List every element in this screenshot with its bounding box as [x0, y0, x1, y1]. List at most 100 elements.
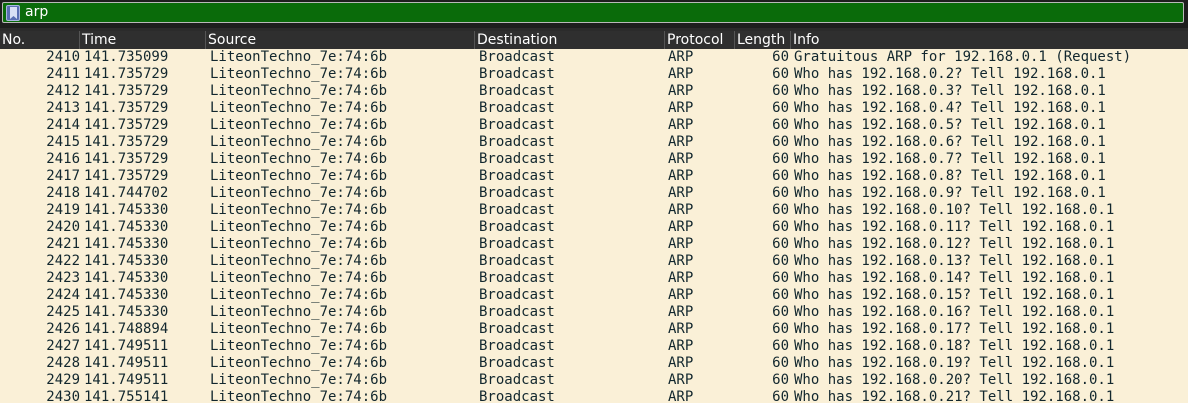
column-header-time[interactable]: Time [80, 31, 206, 49]
column-header-info[interactable]: Info [791, 31, 1188, 49]
table-row[interactable]: 2425 141.745330 LiteonTechno_7e:74:6b Broad… [0, 304, 1188, 321]
packet-number: 2417 [46, 168, 80, 184]
bookmark-icon[interactable] [6, 5, 20, 21]
packet-info: Who has 192.168.0.19? Tell 192.168.0.1 [794, 355, 1115, 371]
packet-source: LiteonTechno_7e:74:6b [210, 100, 388, 116]
table-row[interactable]: 2426 141.748894 LiteonTechno_7e:74:6b Broad… [0, 321, 1188, 338]
table-row[interactable]: 2415 141.735729 LiteonTechno_7e:74:6b Broad… [0, 134, 1188, 151]
packet-info: Who has 192.168.0.12? Tell 192.168.0.1 [794, 236, 1115, 252]
packet-protocol: ARP [668, 168, 694, 184]
packet-time: 141.745330 [84, 270, 169, 286]
packet-info: Who has 192.168.0.21? Tell 192.168.0.1 [794, 389, 1115, 403]
packet-source: LiteonTechno_7e:74:6b [210, 185, 388, 201]
packet-protocol: ARP [668, 66, 694, 82]
table-row[interactable]: 2418 141.744702 LiteonTechno_7e:74:6b Broad… [0, 185, 1188, 202]
table-row[interactable]: 2411 141.735729 LiteonTechno_7e:74:6b Broad… [0, 66, 1188, 83]
packet-destination: Broadcast [479, 372, 555, 388]
packet-protocol: ARP [668, 321, 694, 337]
packet-number: 2430 [46, 389, 80, 403]
packet-number: 2415 [46, 134, 80, 150]
table-row[interactable]: 2420 141.745330 LiteonTechno_7e:74:6b Broad… [0, 219, 1188, 236]
table-row[interactable]: 2429 141.749511 LiteonTechno_7e:74:6b Broad… [0, 372, 1188, 389]
table-row[interactable]: 2422 141.745330 LiteonTechno_7e:74:6b Broad… [0, 253, 1188, 270]
packet-length: 60 [772, 389, 789, 403]
column-header-source[interactable]: Source [206, 31, 475, 49]
packet-time: 141.745330 [84, 253, 169, 269]
packet-source: LiteonTechno_7e:74:6b [210, 117, 388, 133]
packet-info: Who has 192.168.0.5? Tell 192.168.0.1 [794, 117, 1106, 133]
display-filter-input[interactable] [25, 3, 1175, 22]
packet-info: Who has 192.168.0.6? Tell 192.168.0.1 [794, 134, 1106, 150]
table-row[interactable]: 2414 141.735729 LiteonTechno_7e:74:6b Broad… [0, 117, 1188, 134]
packet-length: 60 [772, 83, 789, 99]
packet-time: 141.735099 [84, 49, 169, 65]
packet-time: 141.749511 [84, 338, 169, 354]
packet-protocol: ARP [668, 83, 694, 99]
packet-source: LiteonTechno_7e:74:6b [210, 355, 388, 371]
packet-source: LiteonTechno_7e:74:6b [210, 49, 388, 65]
packet-length: 60 [772, 117, 789, 133]
packet-length: 60 [772, 185, 789, 201]
packet-destination: Broadcast [479, 253, 555, 269]
packet-source: LiteonTechno_7e:74:6b [210, 372, 388, 388]
packet-destination: Broadcast [479, 185, 555, 201]
packet-info: Gratuitous ARP for 192.168.0.1 (Request) [794, 49, 1132, 65]
packet-source: LiteonTechno_7e:74:6b [210, 287, 388, 303]
column-header-no[interactable]: No. [0, 31, 80, 49]
packet-destination: Broadcast [479, 338, 555, 354]
packet-source: LiteonTechno_7e:74:6b [210, 134, 388, 150]
table-row[interactable]: 2410 141.735099 LiteonTechno_7e:74:6b Broad… [0, 49, 1188, 66]
packet-source: LiteonTechno_7e:74:6b [210, 338, 388, 354]
packet-protocol: ARP [668, 117, 694, 133]
packet-source: LiteonTechno_7e:74:6b [210, 270, 388, 286]
packet-number: 2425 [46, 304, 80, 320]
packet-protocol: ARP [668, 338, 694, 354]
table-row[interactable]: 2419 141.745330 LiteonTechno_7e:74:6b Broad… [0, 202, 1188, 219]
table-row[interactable]: 2423 141.745330 LiteonTechno_7e:74:6b Broad… [0, 270, 1188, 287]
packet-number: 2416 [46, 151, 80, 167]
packet-time: 141.748894 [84, 321, 169, 337]
packet-length: 60 [772, 134, 789, 150]
packet-length: 60 [772, 338, 789, 354]
packet-info: Who has 192.168.0.15? Tell 192.168.0.1 [794, 287, 1115, 303]
packet-number: 2418 [46, 185, 80, 201]
packet-length: 60 [772, 168, 789, 184]
table-row[interactable]: 2430 141.755141 LiteonTechno_7e:74:6b Broad… [0, 389, 1188, 403]
column-header-destination[interactable]: Destination [475, 31, 665, 49]
packet-destination: Broadcast [479, 202, 555, 218]
table-row[interactable]: 2421 141.745330 LiteonTechno_7e:74:6b Broad… [0, 236, 1188, 253]
packet-length: 60 [772, 304, 789, 320]
packet-destination: Broadcast [479, 117, 555, 133]
packet-number: 2426 [46, 321, 80, 337]
packet-number: 2419 [46, 202, 80, 218]
packet-length: 60 [772, 151, 789, 167]
packet-info: Who has 192.168.0.20? Tell 192.168.0.1 [794, 372, 1115, 388]
column-header-length[interactable]: Length [735, 31, 791, 49]
packet-source: LiteonTechno_7e:74:6b [210, 236, 388, 252]
packet-protocol: ARP [668, 100, 694, 116]
packet-info: Who has 192.168.0.4? Tell 192.168.0.1 [794, 100, 1106, 116]
column-header-protocol[interactable]: Protocol [665, 31, 735, 49]
table-row[interactable]: 2416 141.735729 LiteonTechno_7e:74:6b Broad… [0, 151, 1188, 168]
packet-number: 2413 [46, 100, 80, 116]
table-row[interactable]: 2417 141.735729 LiteonTechno_7e:74:6b Broad… [0, 168, 1188, 185]
table-row[interactable]: 2427 141.749511 LiteonTechno_7e:74:6b Broad… [0, 338, 1188, 355]
table-row[interactable]: 2412 141.735729 LiteonTechno_7e:74:6b Broad… [0, 83, 1188, 100]
packet-source: LiteonTechno_7e:74:6b [210, 253, 388, 269]
packet-number: 2410 [46, 49, 80, 65]
packet-length: 60 [772, 253, 789, 269]
packet-length: 60 [772, 49, 789, 65]
packet-protocol: ARP [668, 219, 694, 235]
packet-destination: Broadcast [479, 151, 555, 167]
table-row[interactable]: 2424 141.745330 LiteonTechno_7e:74:6b Broad… [0, 287, 1188, 304]
table-row[interactable]: 2428 141.749511 LiteonTechno_7e:74:6b Broad… [0, 355, 1188, 372]
packet-list[interactable]: 2410 141.735099 LiteonTechno_7e:74:6b Broad… [0, 49, 1188, 403]
display-filter-box[interactable] [2, 2, 1184, 23]
packet-number: 2424 [46, 287, 80, 303]
packet-destination: Broadcast [479, 100, 555, 116]
packet-info: Who has 192.168.0.3? Tell 192.168.0.1 [794, 83, 1106, 99]
table-row[interactable]: 2413 141.735729 LiteonTechno_7e:74:6b Broad… [0, 100, 1188, 117]
packet-time: 141.745330 [84, 287, 169, 303]
packet-length: 60 [772, 219, 789, 235]
packet-source: LiteonTechno_7e:74:6b [210, 304, 388, 320]
